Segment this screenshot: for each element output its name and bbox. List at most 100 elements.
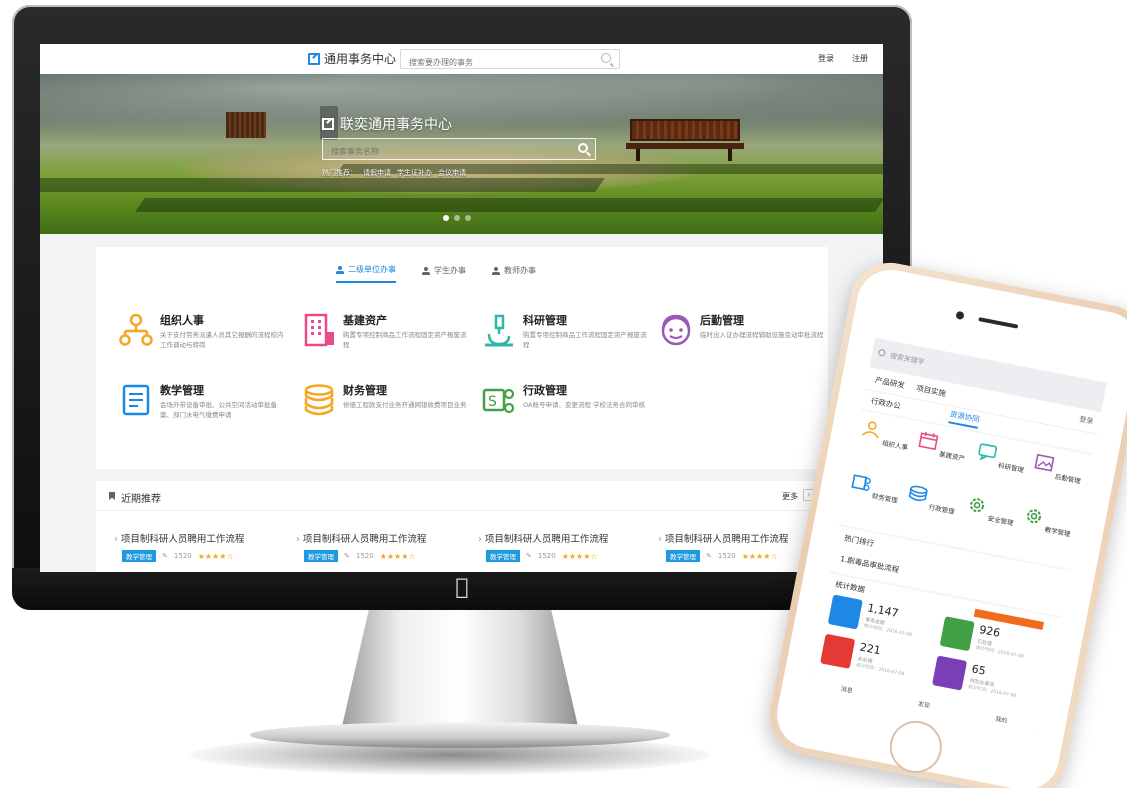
org-chart-icon	[119, 313, 153, 346]
stat-number: 65	[970, 662, 987, 678]
mobile-service-item[interactable]: 基建资产	[912, 429, 972, 463]
tab-student[interactable]: 学生办事	[422, 264, 466, 283]
top-search-box	[400, 49, 620, 72]
mobile-hot-item[interactable]: 1.剧毒品审批流程	[839, 553, 900, 575]
mobile-tab[interactable]: 产品研发	[874, 374, 906, 391]
hot-link[interactable]: 会议申请	[438, 168, 466, 178]
service-title: 教学管理	[160, 384, 204, 397]
mobile-service-label: 财务管理	[871, 492, 899, 505]
brand-title: 通用事务中心	[324, 52, 397, 66]
gear-icon	[970, 498, 985, 513]
hot-links: 热门推荐： 请假申请 学生证补办 会议申请	[322, 168, 466, 178]
mobile-stats-title: 统计数据	[834, 579, 866, 595]
recommendation-item[interactable]: 项目制科研人员聘用工作流程 教学管理 ✎ 1520 ★★★★☆	[296, 531, 468, 562]
monitor-stand	[340, 610, 580, 735]
edit-icon: ✎	[162, 552, 168, 560]
register-link[interactable]: 注册	[852, 53, 868, 64]
hot-link[interactable]: 请假申请	[363, 168, 391, 178]
tab-teacher[interactable]: 教师办事	[492, 264, 536, 283]
view-count: 1520	[717, 552, 736, 560]
recommendations-panel: 近期推荐 更多 › 项目制科研人员聘用工作流程 教学管理 ✎ 1520 ★★★★…	[96, 481, 828, 572]
nav-me[interactable]: 我的	[995, 713, 1009, 724]
carousel-dot[interactable]	[454, 215, 460, 221]
building-icon	[304, 313, 334, 347]
service-title: 科研管理	[523, 314, 567, 327]
service-title: 组织人事	[160, 314, 204, 327]
sharepoint-icon	[851, 474, 871, 491]
service-title: 基建资产	[343, 314, 387, 327]
calculator-icon	[827, 594, 863, 630]
recommendation-name[interactable]: 项目制科研人员聘用工作流程	[114, 531, 286, 545]
category-badge: 教学管理	[666, 550, 700, 562]
nav-discover[interactable]: 发现	[917, 698, 931, 709]
mobile-service-item[interactable]: 财务管理	[845, 471, 905, 505]
svg-text:S: S	[488, 394, 497, 410]
tree-shadow	[40, 178, 605, 192]
search-icon[interactable]	[601, 53, 611, 63]
mobile-sub-tab[interactable]: 资源协同	[948, 408, 981, 429]
camera	[955, 310, 965, 321]
tree-shadow	[135, 198, 883, 212]
recommendations-title: 近期推荐	[121, 494, 161, 505]
mobile-service-item[interactable]: 组织人事	[855, 418, 915, 452]
coins-icon	[304, 384, 334, 416]
mobile-login-link[interactable]: 登录	[1078, 414, 1094, 426]
recommendation-name[interactable]: 项目制科研人员聘用工作流程	[296, 531, 468, 545]
mobile-sub-tab[interactable]: 行政办公	[870, 395, 902, 412]
desktop-screen: 通用事务中心 登录 注册 联	[40, 44, 883, 572]
nav-messages[interactable]: 消息	[840, 683, 854, 694]
mobile-service-label: 行政管理	[928, 503, 956, 516]
hot-link[interactable]: 学生证补办	[397, 168, 432, 178]
search-icon	[877, 348, 887, 357]
brand[interactable]: 通用事务中心	[308, 50, 396, 67]
bench-leg	[728, 149, 732, 161]
service-infrastructure[interactable]: 基建资产 购置专项控制商品工作流程固定资产报废流程	[301, 312, 471, 372]
image-icon	[1034, 453, 1055, 472]
hero-search-box	[322, 138, 596, 162]
mobile-service-item[interactable]: 安全管理	[960, 494, 1020, 528]
bench-left	[226, 112, 266, 138]
carousel-dot[interactable]	[465, 215, 471, 221]
services-panel: 二级单位办事 学生办事 教师办事 组织人事 关于支付劳务派遣人员其它报酬的流程校…	[96, 247, 828, 469]
service-title: 行政管理	[523, 384, 567, 397]
service-desc: 购置专项控制商品工作流程固定资产报废流程	[343, 331, 467, 349]
category-badge: 教学管理	[304, 550, 338, 562]
service-research[interactable]: 科研管理 购置专项控制商品工作流程固定资产报废流程	[481, 312, 651, 372]
service-org-personnel[interactable]: 组织人事 关于支付劳务派遣人员其它报酬的流程校内工作调动与转岗	[118, 312, 288, 372]
mobile-tab[interactable]: 项目实施	[915, 382, 947, 399]
login-link[interactable]: 登录	[818, 53, 834, 64]
mobile-service-item[interactable]: 行政管理	[902, 482, 962, 516]
mobile-hot-title: 热门排行	[843, 533, 875, 549]
apple-logo-icon: 	[451, 575, 473, 601]
recommendation-meta: 教学管理 ✎ 1520 ★★★★☆	[114, 550, 286, 562]
recommendation-meta: 教学管理 ✎ 1520 ★★★★☆	[478, 550, 650, 562]
carousel-dot[interactable]	[443, 215, 449, 221]
org-icon	[336, 265, 344, 274]
org-chart-icon	[861, 421, 879, 439]
view-count: 1520	[537, 552, 556, 560]
chat-icon	[978, 443, 997, 461]
tab-unit[interactable]: 二级单位办事	[336, 264, 396, 283]
service-teaching[interactable]: 教学管理 会场外带设备审批、公共空间活动审批备案、部门水电气缴费申请	[118, 382, 288, 442]
recommendation-item[interactable]: 项目制科研人员聘用工作流程 教学管理 ✎ 1520 ★★★★☆	[114, 531, 286, 562]
mobile-service-item[interactable]: 后勤管理	[1028, 452, 1088, 486]
edit-icon	[322, 118, 334, 130]
mobile-service-item[interactable]: 教学管理	[1017, 505, 1077, 539]
hero-search-input[interactable]	[323, 141, 563, 162]
service-administration[interactable]: S 行政管理 OA账号申请、变更流程 学校法务合同审核	[481, 382, 651, 442]
mobile-service-item[interactable]: 科研管理	[971, 441, 1031, 475]
top-navbar: 通用事务中心 登录 注册	[40, 44, 883, 74]
stat-date: 统计时间：2016-07-08	[975, 645, 1025, 660]
recommendation-item[interactable]: 项目制科研人员聘用工作流程 教学管理 ✎ 1520 ★★★★☆	[478, 531, 650, 562]
service-finance[interactable]: 财务管理 修缮工程款支付业务开通网银收费项目业务	[301, 382, 471, 442]
service-desc: 关于支付劳务派遣人员其它报酬的流程校内工作调动与转岗	[160, 331, 284, 349]
top-search-input[interactable]	[401, 53, 591, 72]
tab-label: 教师办事	[504, 266, 536, 275]
rating-stars: ★★★★☆	[379, 551, 416, 561]
service-logistics[interactable]: 后勤管理 临时出入证办理流程辅助设施变动审批流程	[658, 312, 828, 372]
more-link[interactable]: 更多	[782, 491, 798, 502]
recommendation-name[interactable]: 项目制科研人员聘用工作流程	[478, 531, 650, 545]
recommendation-meta: 教学管理 ✎ 1520 ★★★★☆	[296, 550, 468, 562]
search-icon[interactable]	[578, 143, 588, 153]
hero-banner: 联奕通用事务中心 热门推荐： 请假申请 学生证补办 会议申请	[40, 74, 883, 234]
